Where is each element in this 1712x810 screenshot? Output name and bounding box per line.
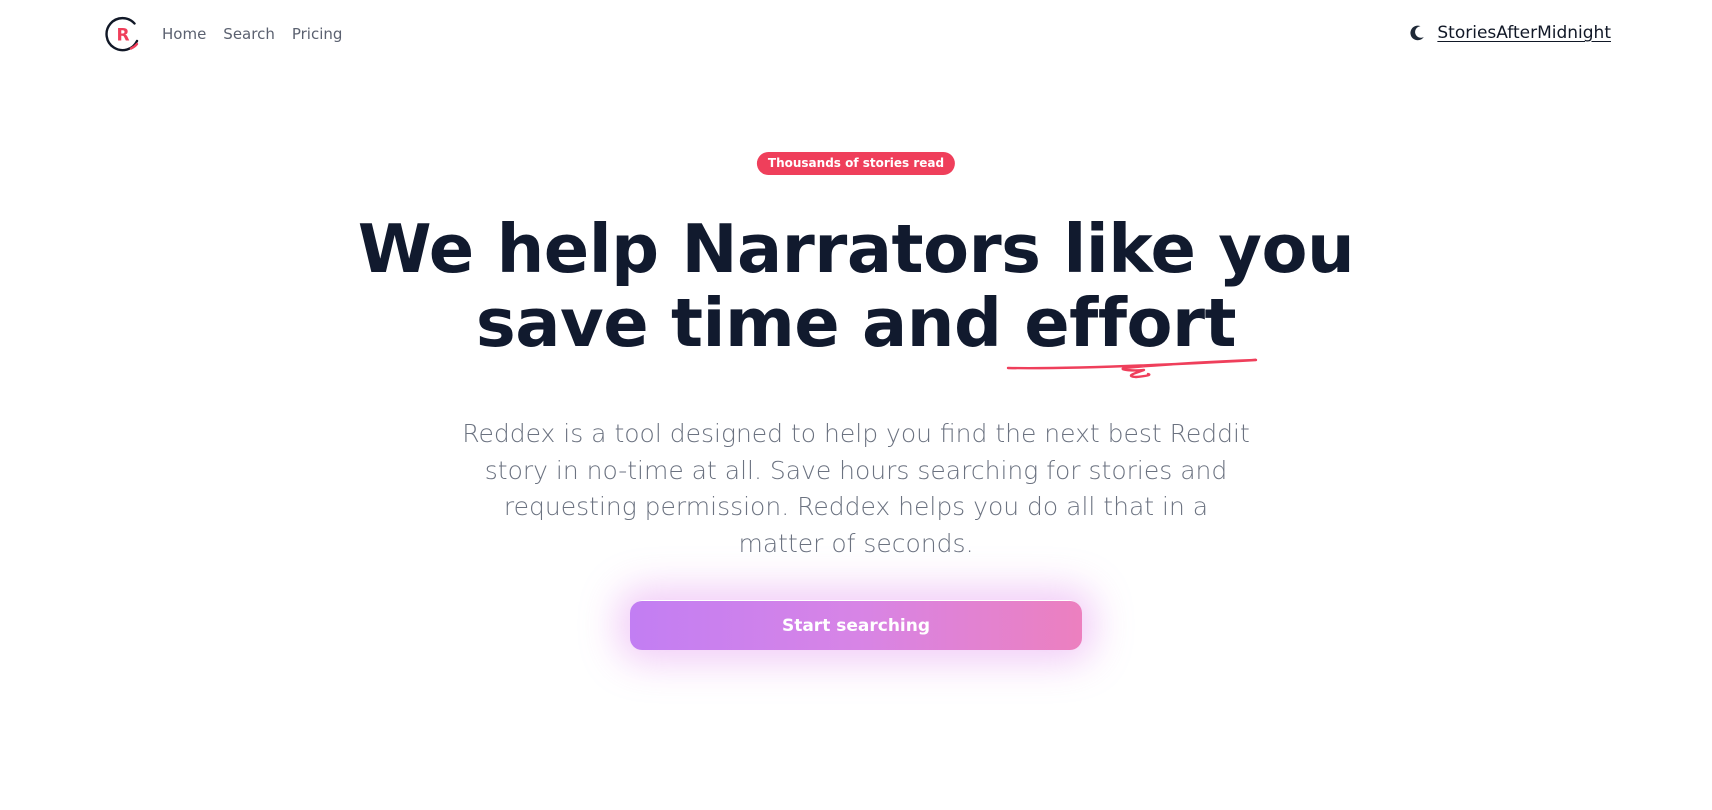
headline-highlight-word: effort <box>1024 284 1237 362</box>
nav-link-pricing[interactable]: Pricing <box>292 24 343 44</box>
nav-link-home[interactable]: Home <box>162 24 206 44</box>
user-profile-link[interactable]: StoriesAfterMidnight <box>1437 22 1611 44</box>
top-navbar: R Home Search Pricing StoriesAfterMidnig… <box>0 0 1712 68</box>
start-searching-button[interactable]: Start searching <box>630 601 1082 650</box>
moon-icon[interactable] <box>1406 22 1428 44</box>
primary-nav: Home Search Pricing <box>162 24 342 44</box>
headline-line-2: save time and effort <box>0 284 1712 379</box>
headline-highlight: effort <box>1007 284 1258 379</box>
stories-read-badge: Thousands of stories read <box>756 152 956 175</box>
headline-line-1: We help Narrators like you <box>357 210 1355 288</box>
nav-link-search[interactable]: Search <box>223 24 275 44</box>
hero-description: Reddex is a tool designed to help you fi… <box>462 419 1250 558</box>
reddex-logo-icon[interactable]: R <box>104 15 142 53</box>
headline-line-2-prefix: save time and <box>475 284 1025 362</box>
hero-headline: We help Narrators like you save time and… <box>0 210 1712 379</box>
logo-letter: R <box>116 26 129 46</box>
